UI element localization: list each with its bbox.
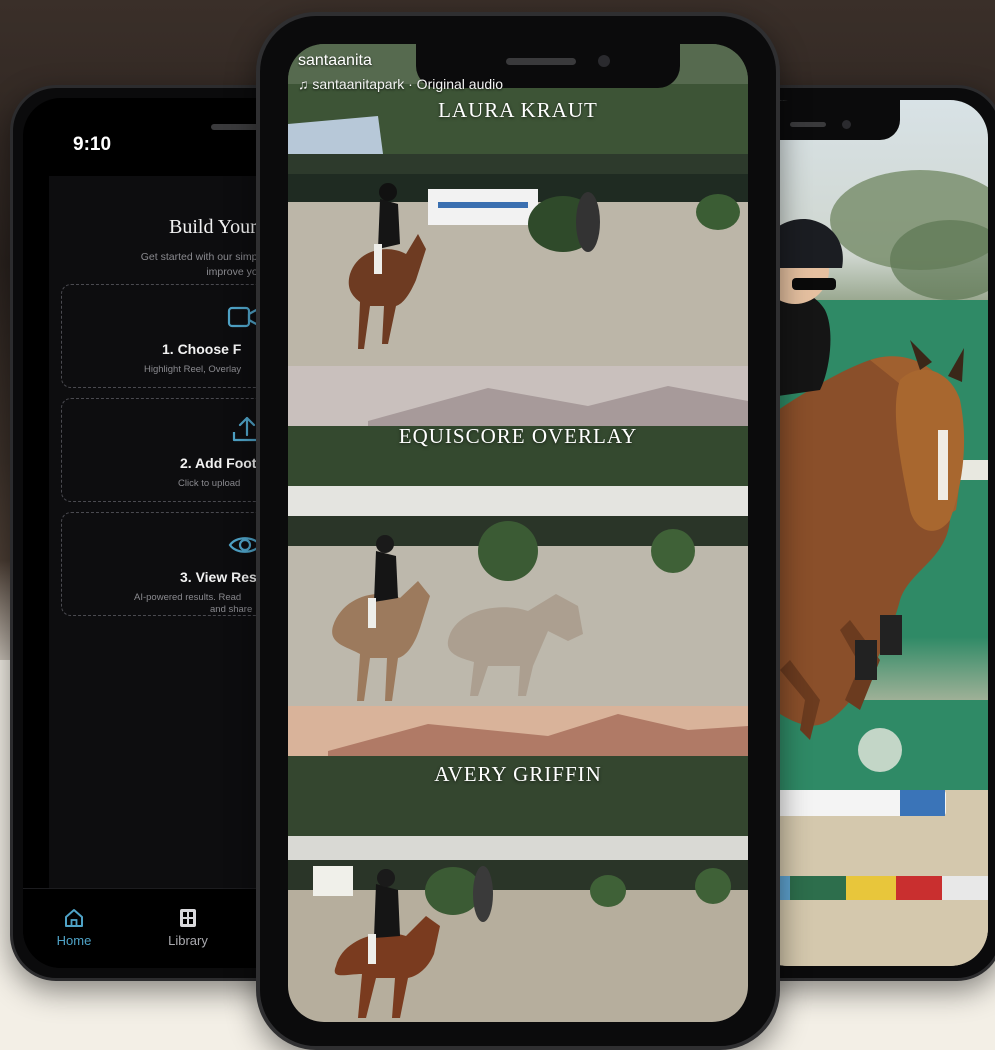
tab-label: Home xyxy=(56,933,92,948)
tab-library[interactable]: Library xyxy=(153,907,223,948)
original-audio-label[interactable]: ♫ santaanitapark · Original audio xyxy=(298,76,503,92)
front-camera xyxy=(842,120,851,129)
earpiece xyxy=(506,58,576,65)
phone-right-screen xyxy=(750,100,988,966)
arena-scene-sunset xyxy=(288,706,748,1022)
video-panel-equiscore-overlay[interactable]: EQUISCORE OVERLAY xyxy=(288,366,748,706)
step-description-2: and share xyxy=(210,604,253,615)
tab-label: Library xyxy=(168,933,208,948)
video-username[interactable]: santaanita xyxy=(298,52,372,70)
earpiece xyxy=(790,122,826,127)
front-camera xyxy=(598,55,610,67)
phone-center: santaanita ♫ santaanitapark · Original a… xyxy=(256,12,780,1050)
panel-title: EQUISCORE OVERLAY xyxy=(398,424,638,448)
panel-title: LAURA KRAUT xyxy=(438,98,598,122)
music-note-icon: ♫ xyxy=(298,76,313,92)
status-time: 9:10 xyxy=(73,134,112,155)
phone-center-screen: santaanita ♫ santaanitapark · Original a… xyxy=(288,44,748,1022)
audio-text: santaanitapark · Original audio xyxy=(312,76,504,92)
video-panel-avery-griffin[interactable]: AVERY GRIFFIN xyxy=(288,706,748,1022)
arena-scene xyxy=(288,44,748,366)
library-icon xyxy=(180,909,196,927)
panel-title: AVERY GRIFFIN xyxy=(434,762,602,786)
home-icon xyxy=(65,909,83,927)
show-jumping-photo xyxy=(750,170,988,966)
tab-home[interactable]: Home xyxy=(39,907,109,948)
video-panel-laura-kraut[interactable]: LAURA KRAUT xyxy=(288,44,748,366)
arena-scene-overlay xyxy=(288,366,748,706)
